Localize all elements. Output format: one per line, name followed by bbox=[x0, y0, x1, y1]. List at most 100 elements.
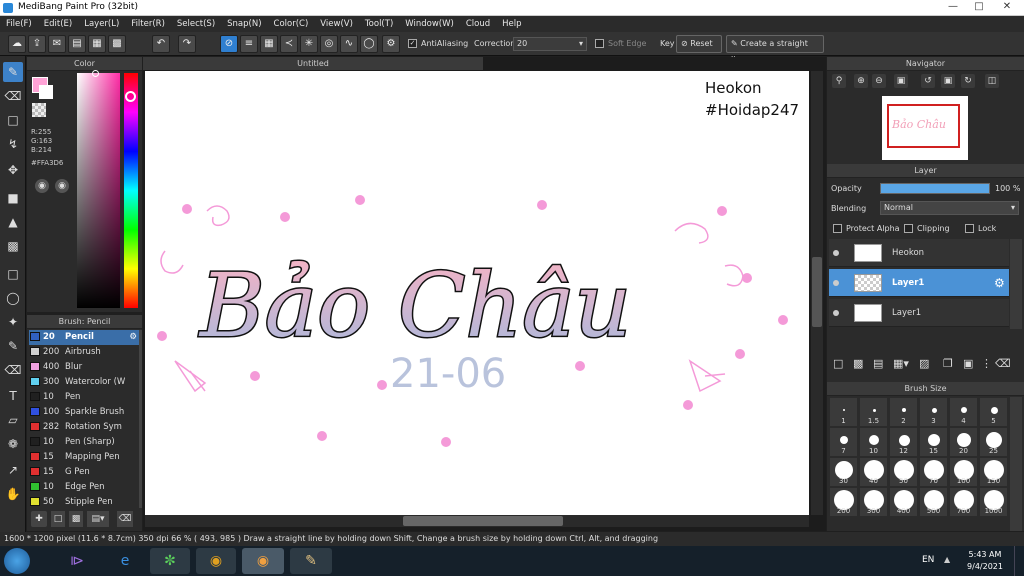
menu-color[interactable]: Color(C) bbox=[268, 16, 315, 32]
brush-size-cell[interactable]: 20 bbox=[949, 427, 978, 457]
menu-help[interactable]: Help bbox=[496, 16, 527, 32]
copy-icon[interactable]: ▩ bbox=[69, 511, 83, 527]
brush-item[interactable]: 282 Rotation Sym bbox=[29, 420, 139, 435]
brush-size-cell[interactable]: 400 bbox=[889, 487, 918, 517]
operation-tool-icon[interactable]: ↗ bbox=[3, 460, 23, 480]
brush-item[interactable]: 400 Blur bbox=[29, 360, 139, 375]
menu-layer[interactable]: Layer(L) bbox=[78, 16, 125, 32]
minimize-button[interactable]: — bbox=[940, 0, 966, 14]
dot-tool-icon[interactable]: □ bbox=[3, 110, 23, 130]
snap-settings-icon[interactable]: ⚙ bbox=[382, 35, 400, 53]
lock-checkbox[interactable] bbox=[965, 224, 974, 233]
maximize-button[interactable]: □ bbox=[966, 0, 992, 14]
saturation-brightness-picker[interactable] bbox=[77, 73, 120, 308]
layer-row[interactable]: Layer1 bbox=[829, 299, 1009, 327]
brush-size-cell[interactable]: 1000 bbox=[979, 487, 1008, 517]
move-tool-icon[interactable]: ✥ bbox=[3, 160, 23, 180]
canvas-horizontal-scrollbar[interactable] bbox=[145, 515, 809, 527]
layer-menu-icon[interactable]: ⋮ bbox=[981, 357, 992, 370]
brush-size-cell[interactable]: 70 bbox=[919, 457, 948, 487]
gradient-tool-icon[interactable]: ▩ bbox=[3, 236, 23, 256]
zoom-in-icon[interactable]: ⊕ bbox=[854, 74, 868, 88]
background-swatch[interactable] bbox=[39, 85, 53, 99]
snap-off-icon[interactable]: ⊘ bbox=[220, 35, 238, 53]
document-tab[interactable]: Untitled bbox=[143, 57, 483, 70]
brush-size-cell[interactable]: 30 bbox=[829, 457, 858, 487]
start-button[interactable] bbox=[4, 548, 30, 574]
horizontal-scroll-thumb[interactable] bbox=[403, 516, 563, 526]
hue-cursor[interactable] bbox=[125, 91, 136, 102]
brush-item[interactable]: 15 G Pen bbox=[29, 465, 139, 480]
zoom-fit-icon[interactable]: ⚲ bbox=[832, 74, 846, 88]
flip-horizontal-icon[interactable]: ◫ bbox=[985, 74, 999, 88]
gear-icon[interactable]: ⚙ bbox=[129, 330, 137, 345]
brush-size-cell[interactable]: 12 bbox=[889, 427, 918, 457]
transparent-swatch[interactable] bbox=[32, 103, 46, 117]
select-eraser-icon[interactable]: ⌫ bbox=[3, 360, 23, 380]
brush-size-cell[interactable]: 300 bbox=[859, 487, 888, 517]
menu-cloud[interactable]: Cloud bbox=[460, 16, 496, 32]
layer-scrollbar[interactable] bbox=[1010, 239, 1022, 329]
new-halftone-layer-icon[interactable]: ▩ bbox=[853, 357, 863, 370]
new-layer-menu-icon[interactable]: ▦▾ bbox=[893, 357, 909, 370]
brush-item[interactable]: 20 Pencil ⚙ bbox=[29, 330, 139, 345]
fit-window-icon[interactable]: ▣ bbox=[941, 74, 955, 88]
brush-size-cell[interactable]: 700 bbox=[949, 487, 978, 517]
brush-item[interactable]: 300 Watercolor (W bbox=[29, 375, 139, 390]
brush-menu-icon[interactable]: ▤▾ bbox=[87, 511, 109, 527]
menu-view[interactable]: View(V) bbox=[314, 16, 359, 32]
menu-snap[interactable]: Snap(N) bbox=[221, 16, 267, 32]
brush-item[interactable]: 200 Airbrush bbox=[29, 345, 139, 360]
opacity-slider[interactable] bbox=[880, 183, 990, 194]
duplicate-layer-icon[interactable]: ❐ bbox=[943, 357, 953, 370]
cross-snap-icon[interactable]: ▦ bbox=[260, 35, 278, 53]
brush-item[interactable]: 100 Sparkle Brush bbox=[29, 405, 139, 420]
parallel-snap-icon[interactable]: ≡ bbox=[240, 35, 258, 53]
brush-size-cell[interactable]: 15 bbox=[919, 427, 948, 457]
select-tool-icon[interactable]: □ bbox=[3, 264, 23, 284]
vanishing-point-icon[interactable]: ≺ bbox=[280, 35, 298, 53]
show-desktop-button[interactable] bbox=[1014, 546, 1024, 576]
trash-icon[interactable]: ⌫ bbox=[995, 357, 1011, 370]
menu-select[interactable]: Select(S) bbox=[171, 16, 221, 32]
sv-cursor[interactable] bbox=[92, 70, 99, 77]
eyedropper-icon[interactable]: ❁ bbox=[3, 434, 23, 454]
brush-tool-icon[interactable]: ✎ bbox=[3, 62, 23, 82]
protect-alpha-checkbox[interactable] bbox=[833, 224, 842, 233]
redo-icon[interactable]: ↷ bbox=[178, 35, 196, 53]
internet-explorer-icon[interactable]: e bbox=[110, 548, 140, 574]
brush-size-cell[interactable]: 3 bbox=[919, 397, 948, 427]
brush-scrollbar[interactable] bbox=[139, 330, 142, 508]
app-icon-green[interactable]: ✼ bbox=[150, 548, 190, 574]
paint-icon[interactable]: ✎ bbox=[290, 548, 332, 574]
hand-tool-icon[interactable]: ✋ bbox=[3, 484, 23, 504]
new-layer-icon[interactable]: □ bbox=[833, 357, 843, 370]
menu-filter[interactable]: Filter(R) bbox=[125, 16, 171, 32]
rotate-left-icon[interactable]: ↺ bbox=[921, 74, 935, 88]
brush-size-cell[interactable]: 40 bbox=[859, 457, 888, 487]
magic-wand-icon[interactable]: ✦ bbox=[3, 312, 23, 332]
gear-icon[interactable]: ⚙ bbox=[994, 269, 1005, 297]
new-raster-layer-icon[interactable]: ▤ bbox=[873, 357, 883, 370]
brush-size-cell[interactable]: 1.5 bbox=[859, 397, 888, 427]
radial-snap-icon[interactable]: ✳ bbox=[300, 35, 318, 53]
clipping-checkbox[interactable] bbox=[904, 224, 913, 233]
curve-snap-icon[interactable]: ∿ bbox=[340, 35, 358, 53]
cloud-icon[interactable]: ☁ bbox=[8, 35, 26, 53]
vertical-scroll-thumb[interactable] bbox=[812, 257, 822, 327]
menu-file[interactable]: File(F) bbox=[0, 16, 38, 32]
brush-item[interactable]: 50 Stipple Pen bbox=[29, 495, 139, 510]
brush-size-cell[interactable]: 50 bbox=[889, 457, 918, 487]
bucket-tool-icon[interactable]: ▲ bbox=[3, 212, 23, 232]
clock[interactable]: 5:43 AM 9/4/2021 bbox=[960, 549, 1010, 573]
brush-size-cell[interactable]: 5 bbox=[979, 397, 1008, 427]
soft-edge-checkbox[interactable] bbox=[595, 39, 604, 48]
trash-icon[interactable]: ⌫ bbox=[117, 511, 133, 527]
menu-tool[interactable]: Tool(T) bbox=[359, 16, 399, 32]
brush-size-cell[interactable]: 200 bbox=[829, 487, 858, 517]
language-indicator[interactable]: EN bbox=[922, 555, 934, 565]
brush-item[interactable]: 10 Edge Pen bbox=[29, 480, 139, 495]
folder-icon[interactable]: ▨ bbox=[919, 357, 929, 370]
fill-rect-tool-icon[interactable]: ■ bbox=[3, 188, 23, 208]
visual-studio-icon[interactable]: ⧐ bbox=[62, 548, 92, 574]
